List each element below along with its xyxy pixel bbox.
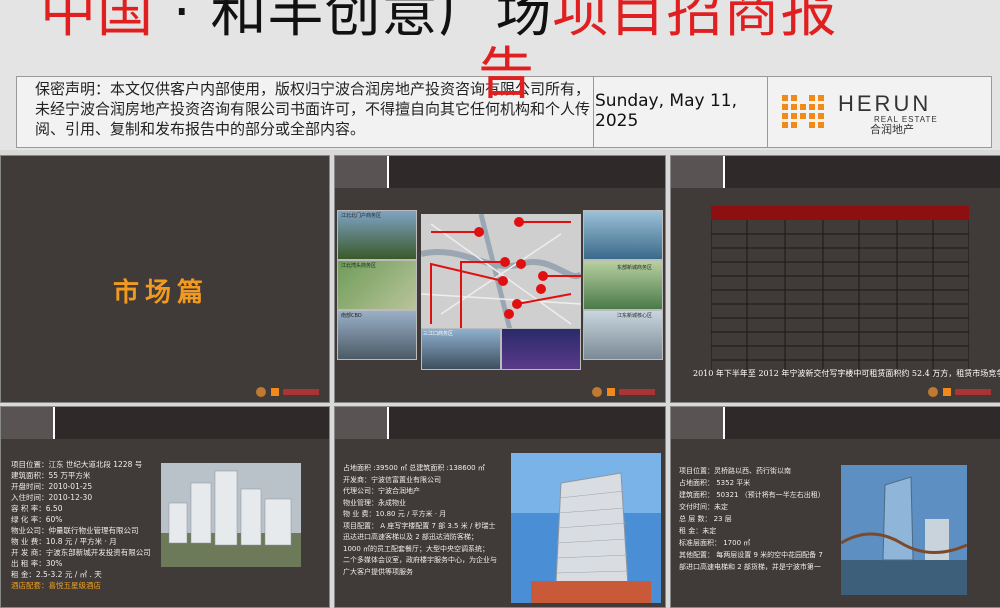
title-part-report: 项目招商报 [552,0,838,45]
info-row: 容 积 率：6.50 [11,504,63,513]
district-photo [501,328,581,370]
info-row: 出 租 率：30% [11,559,63,568]
building-photo [841,465,967,595]
info-row: 物业管理：永成物业 [343,498,406,507]
info-row: 开盘时间：2010-01-25 [11,482,93,491]
project-info-list: 项目位置：灵桥路以西、药行街以南 占地面积： 5352 平米 建筑面积： 503… [679,465,825,573]
info-row: 物 业 费：10.8 元 / 平方米 · 月 [11,537,117,546]
building-photo [511,453,661,603]
slide-divider [723,407,725,439]
title-part-project: 和丰创意广场 [210,0,553,45]
divider [767,77,768,147]
info-row: 二个多媒体会议室，政府楼宇服务中心，为企业与 [343,556,497,564]
logo-cn: 合润地产 [870,122,914,136]
rental-table [711,220,969,378]
slide-caption: 2010 年下半年至 2012 年宁波新交付写字楼中可租赁面积约 52.4 万方… [693,369,1000,378]
district-label: 江北湾头商务区 [341,263,377,269]
divider [593,77,594,147]
info-row: 租 金：未定 [679,527,717,535]
herun-logo: HERUN REAL ESTATE 合润地产 [782,87,982,137]
title-part-china: 中国 [40,0,154,45]
info-row: 入住时间：2010-12-30 [11,493,93,502]
info-row-highlight: 酒店配套：喜悦五星级酒店 [11,581,101,590]
info-row: 建筑面积：55 万平方米 [11,471,91,480]
info-row: 绿 化 率：60% [11,515,63,524]
city-map-image [421,214,581,334]
info-row: 标准层面积： 1700 ㎡ [679,539,751,547]
slide-divider [387,407,389,439]
slide-divider [53,407,55,439]
info-row: 项目位置：江东 世纪大道北段 1228 号 [11,460,143,469]
district-label: 江东新城核心区 [617,313,653,319]
info-row: 开发商：宁波信富置业有限公司 [343,475,441,484]
slide-footer-logo-icon [256,387,319,397]
document-date: Sunday, May 11, 2025 [595,91,738,131]
table-header-band [711,206,969,220]
document-title: 中国 · 和丰创意广场项目招商报 [40,0,837,48]
slide-tab [335,156,387,188]
slide-tab [1,407,53,439]
slide-thumbnail-2[interactable]: 江北北门户商务区 江北湾头商务区 南部CBD 三江口商务区 东部新城商务区 江东… [334,155,666,403]
district-photo [583,210,663,260]
info-row: 代理公司：宁波合润地产 [343,487,420,495]
building-photo [161,463,301,567]
slide-tab [671,156,723,188]
district-label: 江北北门户商务区 [341,213,382,219]
slide-thumbnail-4[interactable]: 项目位置：江东 世纪大道北段 1228 号 建筑面积：55 万平方米 开盘时间：… [0,406,330,608]
info-row: 物 业 费：10.80 元 / 平方米 · 月 [343,510,447,518]
slide-thumbnail-5[interactable]: 占地面积 :39500 ㎡ 总建筑面积 :138600 ㎡ 开发商：宁波信富置业… [334,406,666,608]
slide-divider [723,156,725,188]
info-row: 建筑面积： 50321 （预计将有一半左右出租） [679,491,825,499]
slide-title-market: 市场篇 [113,278,210,308]
info-row: 项目配置： A 座写字楼配置 7 部 3.5 米 / 秒瑞士 [343,521,496,530]
slide-footer-logo-icon [592,387,655,397]
title-wrap-char: 告 [478,42,534,107]
project-info-list: 项目位置：江东 世纪大道北段 1228 号 建筑面积：55 万平方米 开盘时间：… [11,459,151,591]
slide-thumbnail-grid: 市场篇 江北北门户商务区 江北湾头商务区 南部CBD 三江口商务区 东部新城商务… [0,150,1000,608]
title-dot: · [172,0,192,45]
document-header: 中国 · 和丰创意广场项目招商报 保密声明：本文仅供客户内部使用，版权归宁波合润… [0,0,1000,150]
info-row: 租 金：2.5-3.2 元 / ㎡ . 天 [11,570,102,579]
slide-tab [671,407,723,439]
info-row: 1000 ㎡的员工配套餐厅；大型中央空调系统； [343,544,490,553]
slide-tab [335,407,387,439]
info-row: 其他配置： 每两层设置 9 米的空中花园配备 7 [679,551,823,559]
info-row: 交付时间：未定 [679,503,728,511]
logo-brand: HERUN [838,91,931,116]
slide-thumbnail-6[interactable]: 项目位置：灵桥路以西、药行街以南 占地面积： 5352 平米 建筑面积： 503… [670,406,1000,608]
district-label: 东部新城商务区 [617,265,653,271]
project-info-list: 占地面积 :39500 ㎡ 总建筑面积 :138600 ㎡ 开发商：宁波信富置业… [343,463,497,578]
slide-thumbnail-1[interactable]: 市场篇 [0,155,330,403]
info-row: 物业公司：仲量联行物业管理有限公司 [11,526,139,535]
district-label: 南部CBD [341,313,362,319]
info-row: 迅达进口高速客梯以及 2 部迅达消防客梯； [343,533,478,541]
slide-footer-logo-icon [928,387,991,397]
info-row: 项目位置：灵桥路以西、药行街以南 [679,467,791,475]
slide-divider [387,156,389,188]
slide-thumbnail-3[interactable]: 2010 年下半年至 2012 年宁波新交付写字楼中可租赁面积约 52.4 万方… [670,155,1000,403]
district-label: 三江口商务区 [423,331,454,337]
info-row: 总 层 数： 23 层 [679,515,732,523]
info-row: 占地面积： 5352 平米 [679,479,751,487]
info-row: 广大客户提供等项服务 [343,567,413,576]
info-row: 占地面积 :39500 ㎡ 总建筑面积 :138600 ㎡ [343,464,485,472]
info-row: 开 发 商：宁波东部新城开发投资有限公司 [11,548,151,557]
info-row: 部进口高速电梯和 2 部货梯，并是宁波市第一 [679,563,821,571]
